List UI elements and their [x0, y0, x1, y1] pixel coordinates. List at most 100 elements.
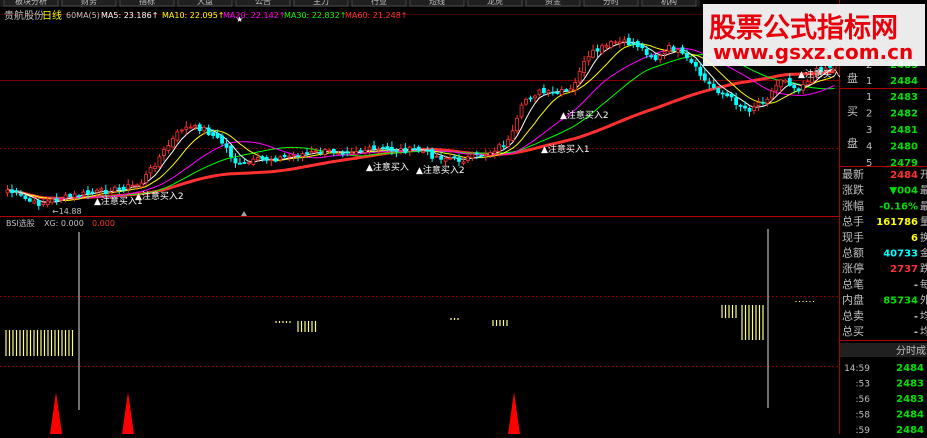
candle-body [421, 150, 426, 153]
candle-body [19, 193, 23, 196]
buy-signal-label: ▲注意买入 [798, 68, 841, 80]
candle-body [197, 124, 202, 131]
toolbar-tab-label[interactable]: 主力 [313, 0, 329, 6]
tick-time: :53 [856, 380, 870, 390]
candle-body [586, 55, 591, 62]
candle-body [215, 133, 220, 138]
toolbar-tab-label[interactable]: 财务 [81, 0, 97, 6]
candle-body [349, 152, 354, 155]
moving-averages [7, 41, 835, 203]
toolbar-tab-label[interactable]: 大盘 [197, 0, 213, 6]
candle-body [474, 152, 479, 155]
candle-body [63, 194, 68, 199]
buy-level: 5 [866, 158, 872, 169]
candle-body [497, 144, 502, 152]
candle-body [41, 202, 46, 205]
tick-time: 14:59 [844, 364, 870, 374]
candle-body [452, 156, 457, 159]
candle-body [787, 77, 792, 86]
ma-legend-item: MA60: 21.248↑ [345, 11, 408, 20]
candle-body [300, 153, 305, 157]
candle-body [466, 156, 470, 161]
ma-legend-item: 60MA(5) [66, 11, 100, 20]
chart-window: 板块分析 财务 指标 大盘 公告 主力 行业 短线 龙虎 资金 分时 机构 贵航股份 日线 60MA(5)… [0, 0, 927, 436]
toolbar-tab-label[interactable]: 资金 [545, 0, 561, 6]
candle-body [407, 146, 412, 152]
candle-body [68, 193, 72, 197]
candle-body [783, 79, 788, 83]
candle-body [242, 162, 247, 164]
candle-body [667, 45, 671, 52]
candle-body [14, 190, 19, 193]
candle-body [117, 187, 122, 190]
buy-signal-label: ▲注意买入2 [560, 109, 609, 121]
buy-price: 2480 [890, 142, 918, 153]
candle-body [631, 42, 636, 45]
ma-legend-item: MA30: 22.832↑ [284, 11, 347, 20]
candle-body [577, 71, 582, 83]
candle-body [157, 156, 162, 168]
candle-body [81, 191, 86, 196]
candle-body [720, 92, 725, 95]
candle-body [412, 148, 417, 150]
candle-body [457, 157, 461, 162]
candle-body [622, 39, 627, 43]
candle-body [121, 186, 126, 191]
quote-label: 总笔 [842, 277, 864, 291]
buy-signal-label: ▲注意买入1 [541, 143, 590, 155]
candle-body [600, 45, 604, 54]
tick-price: 2483 [896, 379, 924, 390]
candle-body [202, 126, 207, 132]
indicator-name: BSI选股 [6, 218, 35, 228]
candle-body [805, 81, 810, 86]
buy-signal-label: ▲注意买入2 [135, 190, 184, 202]
toolbar-tab-label[interactable]: 机构 [661, 0, 677, 6]
candle-body [649, 55, 654, 58]
candle-body [363, 149, 368, 153]
candle-body [5, 189, 10, 194]
toolbar-tab-label[interactable]: 公告 [255, 0, 271, 6]
sell-side-label2: 盘 [847, 71, 858, 85]
candle-body [702, 73, 707, 81]
signal-arrow-icon [122, 392, 134, 434]
candle-body [282, 154, 287, 158]
candle-body [318, 151, 323, 154]
candle-body [296, 155, 300, 158]
candle-body [635, 41, 640, 48]
candle-body [743, 105, 747, 109]
quote-value: -0.16% [879, 201, 918, 212]
candle-body [54, 198, 59, 202]
candle-body [50, 198, 55, 203]
candle-body [693, 61, 698, 67]
candle-body [425, 149, 430, 152]
candle-body [609, 41, 613, 48]
buy-level: 4 [866, 142, 872, 153]
candle-body [27, 198, 32, 202]
candle-body [269, 159, 274, 162]
candle-body [260, 156, 265, 160]
candle-body [734, 97, 739, 105]
toolbar-tab-label[interactable]: 行业 [371, 0, 387, 6]
candle-body [255, 157, 260, 161]
toolbar-tab-label[interactable]: 板块分析 [15, 0, 47, 6]
time-marker-icon [241, 211, 247, 216]
toolbar-tab-label[interactable]: 短线 [429, 0, 445, 6]
toolbar-tab-label[interactable]: 指标 [139, 0, 155, 6]
tick-time: :56 [856, 395, 871, 405]
candle-body [613, 41, 618, 44]
quote-label: 涨跌 [842, 183, 864, 197]
candle-body [354, 151, 359, 155]
candle-body [251, 158, 256, 165]
candle-body [331, 148, 336, 154]
candle-body [32, 200, 37, 204]
quote-suffix: 外 [920, 295, 927, 307]
candle-body [479, 154, 484, 157]
candle-body [510, 130, 515, 141]
toolbar-tab-label[interactable]: 龙虎 [487, 0, 503, 6]
tick-price: 2484 [896, 425, 924, 434]
candle-body [738, 104, 743, 107]
candle-body [644, 48, 649, 56]
toolbar-tab-label[interactable]: 分时 [603, 0, 619, 6]
buy-level: 3 [866, 125, 872, 136]
candle-body [483, 153, 488, 156]
